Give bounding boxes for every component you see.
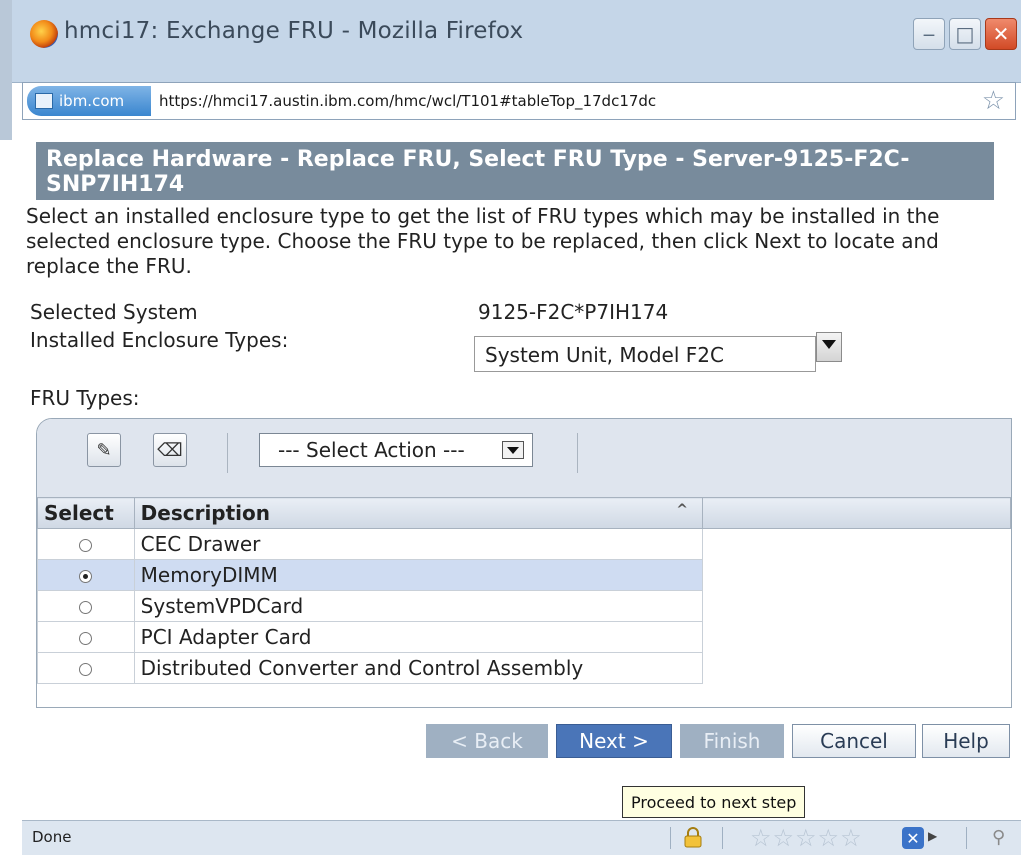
page-header: Replace Hardware - Replace FRU, Select F…	[36, 142, 994, 200]
back-button[interactable]: < Back	[426, 724, 548, 758]
row-radio-cell[interactable]	[37, 528, 135, 560]
status-divider	[722, 827, 723, 849]
column-header-description[interactable]: Description ^	[133, 497, 703, 529]
play-arrow-icon[interactable]: ▶	[928, 829, 937, 843]
instructions-text: Select an installed enclosure type to ge…	[26, 204, 940, 278]
table-row[interactable]: CEC Drawer	[37, 528, 1011, 560]
cancel-button[interactable]: Cancel	[792, 724, 916, 758]
xmarks-icon[interactable]: ✕	[902, 827, 924, 849]
minimize-button[interactable]: ‒	[913, 18, 945, 50]
url-field[interactable]: https://hmci17.austin.ibm.com/hmc/wcl/T1…	[159, 92, 656, 110]
column-header-select[interactable]: Select	[37, 497, 135, 529]
row-description: CEC Drawer	[133, 528, 703, 560]
rating-stars-icon[interactable]: ☆☆☆☆☆	[750, 824, 863, 852]
row-filler	[702, 653, 1010, 684]
column-header-description-label: Description	[140, 501, 271, 525]
maximize-button[interactable]: □	[949, 18, 981, 50]
maximize-icon: □	[955, 22, 975, 46]
row-radio-cell[interactable]	[37, 559, 135, 591]
radio-button-selected[interactable]	[79, 570, 93, 583]
chevron-down-icon	[502, 441, 524, 459]
radio-button[interactable]	[79, 601, 93, 614]
status-divider	[670, 827, 671, 849]
toolbar-divider	[577, 433, 578, 473]
table-toolbar: ✎ ⌫ --- Select Action ---	[37, 419, 1011, 497]
row-description: Distributed Converter and Control Assemb…	[133, 652, 703, 684]
fru-table-panel: ✎ ⌫ --- Select Action --- Select Descrip…	[36, 418, 1012, 708]
row-description: PCI Adapter Card	[133, 621, 703, 653]
table-row[interactable]: SystemVPDCard	[37, 590, 1011, 622]
enclosure-type-select[interactable]: System Unit, Model F2C	[474, 334, 816, 372]
table-row[interactable]: PCI Adapter Card	[37, 621, 1011, 653]
star-icon[interactable]: ☆	[982, 86, 1005, 116]
table-row[interactable]: Distributed Converter and Control Assemb…	[37, 652, 1011, 684]
enclosure-select-value: System Unit, Model F2C	[485, 343, 724, 367]
column-header-empty	[701, 497, 1011, 529]
row-radio-cell[interactable]	[37, 590, 135, 622]
page-title: Replace Hardware - Replace FRU, Select F…	[46, 147, 910, 197]
site-label: ibm.com	[59, 92, 125, 110]
site-icon	[35, 93, 53, 109]
select-all-button[interactable]: ✎	[87, 433, 121, 467]
browser-window: hmci17: Exchange FRU - Mozilla Firefox ‒…	[0, 0, 1021, 855]
row-description: SystemVPDCard	[133, 590, 703, 622]
window-controls: ‒ □ ✕	[913, 18, 1017, 50]
chevron-down-icon	[822, 340, 836, 349]
radio-button[interactable]	[79, 632, 93, 645]
selected-system-value: 9125-F2C*P7IH174	[478, 300, 669, 324]
sort-ascending-icon[interactable]: ^	[676, 502, 688, 518]
deselect-all-button[interactable]: ⌫	[153, 433, 187, 467]
enclosure-label: Installed Enclosure Types:	[30, 328, 289, 352]
status-divider	[966, 827, 967, 849]
background-strip	[0, 0, 12, 140]
window-title: hmci17: Exchange FRU - Mozilla Firefox	[64, 18, 524, 44]
next-button[interactable]: Next >	[556, 724, 672, 758]
row-radio-cell[interactable]	[37, 652, 135, 684]
deselect-all-icon: ⌫	[157, 439, 183, 461]
page-content: Replace Hardware - Replace FRU, Select F…	[22, 120, 1016, 820]
radio-button[interactable]	[79, 539, 93, 552]
fru-types-table: Select Description ^ CEC Drawer MemoryDI…	[37, 497, 1011, 684]
plugin-icon[interactable]: ⚲	[992, 827, 1005, 848]
close-button[interactable]: ✕	[985, 18, 1017, 50]
enclosure-dropdown-button[interactable]	[816, 332, 842, 362]
row-filler	[702, 529, 1010, 560]
help-button[interactable]: Help	[922, 724, 1010, 758]
table-row[interactable]: MemoryDIMM	[37, 559, 1011, 591]
status-bar: Done ☆☆☆☆☆ ✕ ▶ ⚲	[22, 820, 1021, 855]
row-description: MemoryDIMM	[133, 559, 703, 591]
select-action-value: --- Select Action ---	[278, 438, 465, 462]
finish-button[interactable]: Finish	[680, 724, 784, 758]
row-filler	[702, 591, 1010, 622]
select-all-icon: ✎	[96, 439, 112, 461]
site-identity-button[interactable]: ibm.com	[27, 86, 151, 116]
status-text: Done	[32, 828, 72, 846]
row-filler	[702, 559, 1011, 591]
minimize-icon: ‒	[922, 22, 936, 46]
row-radio-cell[interactable]	[37, 621, 135, 653]
table-header-row: Select Description ^	[37, 497, 1011, 529]
firefox-icon	[30, 20, 58, 48]
close-icon: ✕	[992, 22, 1010, 46]
enclosure-select-box[interactable]: System Unit, Model F2C	[474, 336, 816, 372]
radio-button[interactable]	[79, 663, 93, 676]
next-button-tooltip: Proceed to next step	[622, 786, 806, 818]
address-bar[interactable]: ibm.com https://hmci17.austin.ibm.com/hm…	[22, 82, 1016, 120]
toolbar-divider	[227, 433, 228, 473]
row-filler	[702, 622, 1010, 653]
select-action-dropdown[interactable]: --- Select Action ---	[259, 433, 533, 467]
lock-icon[interactable]	[682, 826, 704, 848]
fru-types-label: FRU Types:	[30, 386, 140, 410]
title-bar[interactable]: hmci17: Exchange FRU - Mozilla Firefox ‒…	[12, 0, 1021, 83]
selected-system-label: Selected System	[30, 300, 198, 324]
